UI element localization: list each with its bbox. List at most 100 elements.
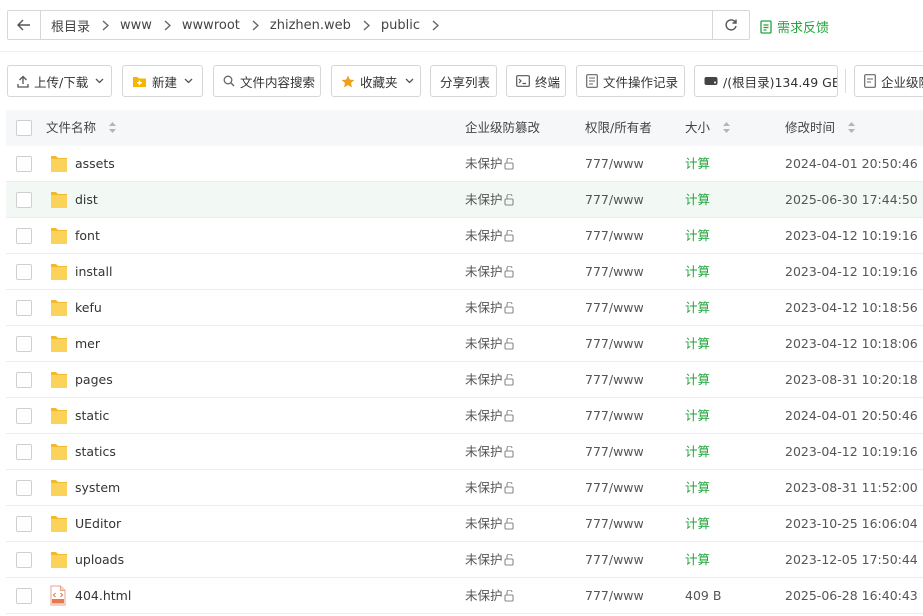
file-name[interactable]: static: [75, 398, 109, 434]
size-calc[interactable]: 计算: [685, 398, 710, 434]
file-name[interactable]: statics: [75, 434, 116, 470]
table-row[interactable]: uploads 未保护 777/www 计算 2023-12-05 17:50:…: [6, 542, 923, 578]
row-checkbox[interactable]: [16, 588, 32, 604]
protect-status[interactable]: 未保护: [465, 290, 516, 326]
terminal-button[interactable]: 终端: [506, 65, 566, 97]
permission[interactable]: 777/www: [585, 254, 644, 290]
select-all-checkbox[interactable]: [16, 120, 32, 136]
table-row[interactable]: kefu 未保护 777/www 计算 2023-04-12 10:18:56: [6, 290, 923, 326]
breadcrumb-item-public[interactable]: public: [381, 18, 420, 33]
row-checkbox[interactable]: [16, 336, 32, 352]
table-row[interactable]: assets 未保护 777/www 计算 2024-04-01 20:50:4…: [6, 146, 923, 182]
row-checkbox[interactable]: [16, 264, 32, 280]
row-checkbox[interactable]: [16, 552, 32, 568]
size-calc[interactable]: 计算: [685, 146, 710, 182]
table-row[interactable]: 404.html 未保护 777/www 409 B 2025-06-28 16…: [6, 578, 923, 614]
header-name[interactable]: 文件名称: [46, 110, 117, 146]
permission[interactable]: 777/www: [585, 146, 644, 182]
breadcrumb-item-www[interactable]: www: [120, 18, 152, 33]
file-name[interactable]: UEditor: [75, 506, 121, 542]
file-name[interactable]: install: [75, 254, 112, 290]
upload-download-button[interactable]: 上传/下载: [7, 65, 112, 97]
file-name[interactable]: assets: [75, 146, 115, 182]
protect-status[interactable]: 未保护: [465, 254, 516, 290]
table-row[interactable]: font 未保护 777/www 计算 2023-04-12 10:19:16: [6, 218, 923, 254]
size-calc[interactable]: 计算: [685, 326, 710, 362]
protect-status[interactable]: 未保护: [465, 578, 516, 614]
enterprise-protect-button[interactable]: 企业级防: [854, 65, 923, 97]
size-calc[interactable]: 计算: [685, 290, 710, 326]
file-log-button[interactable]: 文件操作记录: [576, 65, 685, 97]
breadcrumb-item-site[interactable]: zhizhen.web: [270, 18, 351, 33]
breadcrumb-item-root[interactable]: 根目录: [51, 16, 90, 35]
size-calc[interactable]: 计算: [685, 470, 710, 506]
row-checkbox[interactable]: [16, 516, 32, 532]
header-size[interactable]: 大小: [685, 110, 731, 146]
feedback-link[interactable]: 需求反馈: [760, 17, 829, 36]
permission[interactable]: 777/www: [585, 218, 644, 254]
folder-icon: [51, 336, 67, 352]
size-calc[interactable]: 计算: [685, 182, 710, 218]
file-name[interactable]: system: [75, 470, 120, 506]
permission[interactable]: 777/www: [585, 506, 644, 542]
refresh-button[interactable]: [712, 11, 749, 39]
permission[interactable]: 777/www: [585, 470, 644, 506]
row-checkbox[interactable]: [16, 156, 32, 172]
protect-status[interactable]: 未保护: [465, 218, 516, 254]
favorites-button[interactable]: 收藏夹: [331, 65, 421, 97]
protect-status[interactable]: 未保护: [465, 326, 516, 362]
protect-status[interactable]: 未保护: [465, 182, 516, 218]
size-calc[interactable]: 计算: [685, 434, 710, 470]
protect-status[interactable]: 未保护: [465, 506, 516, 542]
file-name[interactable]: dist: [75, 182, 98, 218]
protect-status[interactable]: 未保护: [465, 146, 516, 182]
table-row[interactable]: dist 未保护 777/www 计算 2025-06-30 17:44:50: [6, 182, 923, 218]
protect-status[interactable]: 未保护: [465, 362, 516, 398]
table-row[interactable]: mer 未保护 777/www 计算 2023-04-12 10:18:06: [6, 326, 923, 362]
row-checkbox[interactable]: [16, 480, 32, 496]
row-checkbox[interactable]: [16, 408, 32, 424]
breadcrumb-item-wwwroot[interactable]: wwwroot: [182, 18, 240, 33]
protect-status[interactable]: 未保护: [465, 434, 516, 470]
file-name[interactable]: 404.html: [75, 578, 131, 614]
row-checkbox[interactable]: [16, 300, 32, 316]
content-search-button[interactable]: 文件内容搜索: [213, 65, 321, 97]
row-checkbox[interactable]: [16, 192, 32, 208]
size-calc[interactable]: 计算: [685, 542, 710, 578]
share-list-button[interactable]: 分享列表: [430, 65, 497, 97]
header-mtime[interactable]: 修改时间: [785, 110, 856, 146]
permission[interactable]: 777/www: [585, 326, 644, 362]
file-name[interactable]: kefu: [75, 290, 102, 326]
file-name[interactable]: font: [75, 218, 100, 254]
permission[interactable]: 777/www: [585, 398, 644, 434]
table-row[interactable]: statics 未保护 777/www 计算 2023-04-12 10:19:…: [6, 434, 923, 470]
protect-status[interactable]: 未保护: [465, 398, 516, 434]
size-calc[interactable]: 计算: [685, 506, 710, 542]
disk-button[interactable]: /(根目录)134.49 GB: [694, 65, 838, 97]
table-row[interactable]: static 未保护 777/www 计算 2024-04-01 20:50:4…: [6, 398, 923, 434]
upload-icon: [17, 75, 29, 88]
row-checkbox[interactable]: [16, 372, 32, 388]
size-calc[interactable]: 计算: [685, 218, 710, 254]
size-calc[interactable]: 计算: [685, 254, 710, 290]
protect-status[interactable]: 未保护: [465, 542, 516, 578]
table-row[interactable]: system 未保护 777/www 计算 2023-08-31 11:52:0…: [6, 470, 923, 506]
permission[interactable]: 777/www: [585, 182, 644, 218]
table-row[interactable]: install 未保护 777/www 计算 2023-04-12 10:19:…: [6, 254, 923, 290]
back-button[interactable]: [8, 11, 41, 39]
size-calc[interactable]: 计算: [685, 362, 710, 398]
new-button[interactable]: 新建: [122, 65, 203, 97]
row-checkbox[interactable]: [16, 228, 32, 244]
table-row[interactable]: pages 未保护 777/www 计算 2023-08-31 10:20:18: [6, 362, 923, 398]
file-name[interactable]: mer: [75, 326, 100, 362]
permission[interactable]: 777/www: [585, 578, 644, 614]
permission[interactable]: 777/www: [585, 434, 644, 470]
table-row[interactable]: UEditor 未保护 777/www 计算 2023-10-25 16:06:…: [6, 506, 923, 542]
file-name[interactable]: uploads: [75, 542, 124, 578]
permission[interactable]: 777/www: [585, 542, 644, 578]
row-checkbox[interactable]: [16, 444, 32, 460]
protect-status[interactable]: 未保护: [465, 470, 516, 506]
permission[interactable]: 777/www: [585, 362, 644, 398]
file-name[interactable]: pages: [75, 362, 113, 398]
permission[interactable]: 777/www: [585, 290, 644, 326]
